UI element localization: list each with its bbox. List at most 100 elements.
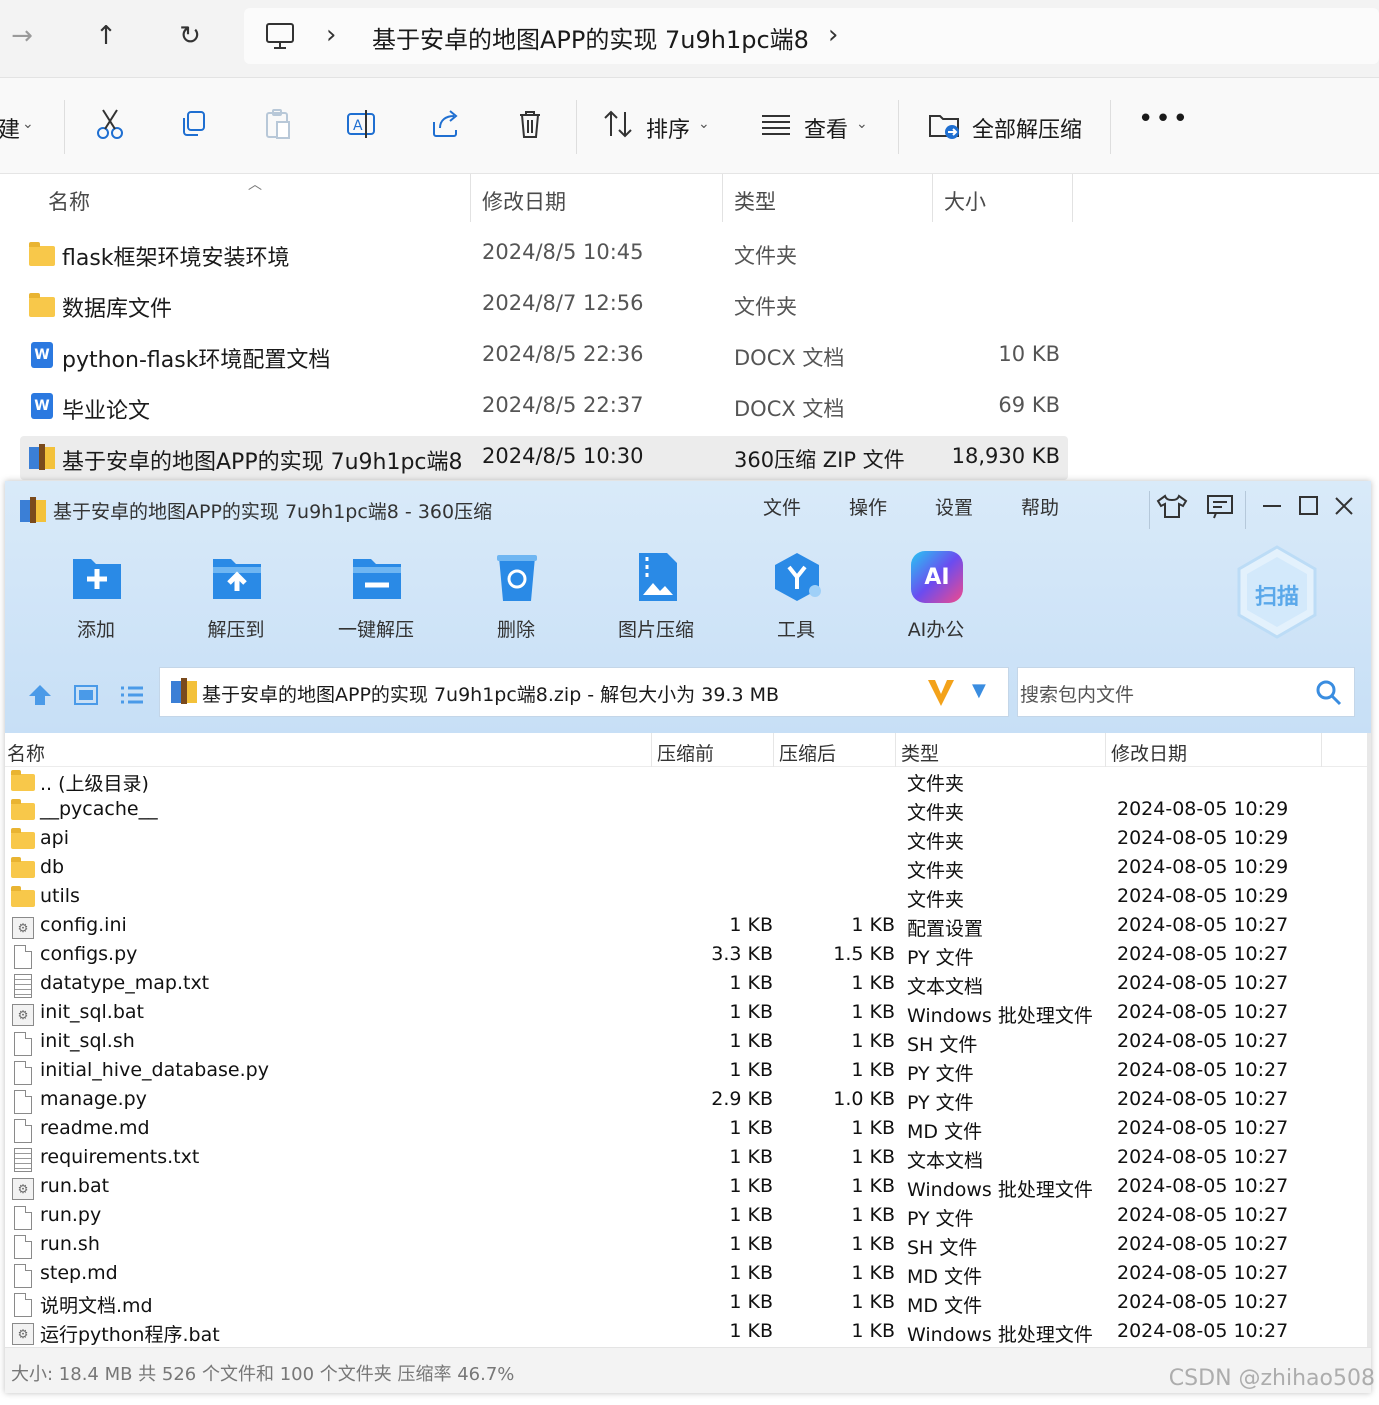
chevron-down-icon[interactable]: ⌄ <box>698 116 710 132</box>
archive-row[interactable]: datatype_map.txt 1 KB 1 KB 文本文档 2024-08-05 1… <box>5 970 1371 999</box>
minimize-icon[interactable] <box>1255 491 1289 521</box>
extract-all-button[interactable]: 全部解压缩 <box>972 112 1082 144</box>
up-level-icon[interactable] <box>25 681 55 709</box>
archive-row[interactable]: db 文件夹 2024-08-05 10:29 <box>5 854 1371 883</box>
column-divider[interactable] <box>722 174 723 222</box>
copy-icon[interactable] <box>176 106 212 142</box>
size-before: 1 KB <box>729 914 773 936</box>
tool-tools-button[interactable]: 工具 <box>741 551 851 651</box>
feedback-icon[interactable] <box>1203 491 1237 521</box>
column-divider[interactable] <box>895 733 896 767</box>
archive-row[interactable]: utils 文件夹 2024-08-05 10:29 <box>5 883 1371 912</box>
tool-add-button[interactable]: 添加 <box>41 551 151 651</box>
explorer-column-headers: ︿ 名称 修改日期 类型 大小 <box>0 174 1379 224</box>
breadcrumb-chevron-icon[interactable]: › <box>326 20 336 50</box>
archive-row[interactable]: readme.md 1 KB 1 KB MD 文件 2024-08-05 10:27 <box>5 1115 1371 1144</box>
menu-file[interactable]: 文件 <box>763 493 801 520</box>
forward-arrow-icon[interactable]: → <box>0 16 44 56</box>
archive-row[interactable]: step.md 1 KB 1 KB MD 文件 2024-08-05 10:27 <box>5 1260 1371 1289</box>
column-divider[interactable] <box>651 733 652 767</box>
column-divider[interactable] <box>1072 174 1073 222</box>
archive-row[interactable]: ⚙ 运行python程序.bat 1 KB 1 KB Windows 批处理文件 2024… <box>5 1318 1371 1347</box>
file-row[interactable]: W 毕业论文 2024/8/5 22:37 DOCX 文档 69 KB <box>20 385 1068 429</box>
up-arrow-icon[interactable]: ↑ <box>84 16 128 56</box>
skin-shirt-icon[interactable] <box>1155 491 1189 521</box>
tool-extract-to-button[interactable]: 解压到 <box>181 551 291 651</box>
entry-date: 2024-08-05 10:27 <box>1117 1059 1289 1081</box>
path-dropdown-icon[interactable]: ▼ <box>972 680 986 701</box>
folder-icon <box>11 828 35 851</box>
thumbnail-view-icon[interactable] <box>71 681 101 709</box>
chevron-down-icon[interactable]: ⌄ <box>22 116 34 132</box>
archive-row[interactable]: ⚙ init_sql.bat 1 KB 1 KB Windows 批处理文件 2024-0… <box>5 999 1371 1028</box>
menu-operation[interactable]: 操作 <box>849 493 887 520</box>
tool-one-click-extract-button[interactable]: 一键解压 <box>321 551 431 651</box>
file-row-selected[interactable]: 基于安卓的地图APP的实现 7u9h1pc端8 2024/8/5 10:30 3… <box>20 436 1068 480</box>
scrollbar[interactable] <box>1367 733 1371 1347</box>
column-divider[interactable] <box>1321 733 1322 767</box>
new-button-label[interactable]: 建 <box>0 112 20 144</box>
column-header-name[interactable]: 名称 <box>7 739 45 766</box>
archive-row[interactable]: configs.py 3.3 KB 1.5 KB PY 文件 2024-08-05 10… <box>5 941 1371 970</box>
cut-icon[interactable] <box>92 106 128 142</box>
column-header-name[interactable]: 名称 <box>48 186 90 216</box>
column-header-type[interactable]: 类型 <box>734 186 776 216</box>
scan-button[interactable]: 扫描 <box>1235 545 1319 641</box>
archive-row[interactable]: init_sql.sh 1 KB 1 KB SH 文件 2024-08-05 10:27 <box>5 1028 1371 1057</box>
vip-badge-icon[interactable] <box>926 676 956 708</box>
archive-entry-name: utils <box>40 885 80 907</box>
breadcrumb-current-folder[interactable]: 基于安卓的地图APP的实现 7u9h1pc端8 <box>372 20 809 55</box>
chevron-down-icon[interactable]: ⌄ <box>856 116 868 132</box>
column-header-date[interactable]: 修改日期 <box>1111 739 1187 766</box>
file-row[interactable]: 数据库文件 2024/8/7 12:56 文件夹 <box>20 283 1068 327</box>
file-row[interactable]: W python-flask环境配置文档 2024/8/5 22:36 DOCX… <box>20 334 1068 378</box>
archive-row[interactable]: manage.py 2.9 KB 1.0 KB PY 文件 2024-08-05 10:… <box>5 1086 1371 1115</box>
column-header-before[interactable]: 压缩前 <box>657 739 714 766</box>
list-view-icon[interactable] <box>117 681 147 709</box>
view-button[interactable]: 查看 <box>804 112 848 144</box>
tool-ai-office-button[interactable]: AI AI办公 <box>881 551 991 651</box>
file-row[interactable]: flask框架环境安装环境 2024/8/5 10:45 文件夹 <box>20 232 1068 276</box>
tool-image-compress-button[interactable]: 图片压缩 <box>601 551 711 651</box>
rename-icon[interactable]: A <box>344 106 380 142</box>
archive-row[interactable]: run.sh 1 KB 1 KB SH 文件 2024-08-05 10:27 <box>5 1231 1371 1260</box>
tools-icon <box>775 553 821 601</box>
breadcrumb-chevron-icon[interactable]: › <box>828 20 838 50</box>
column-header-after[interactable]: 压缩后 <box>779 739 836 766</box>
archive-row[interactable]: __pycache__ 文件夹 2024-08-05 10:29 <box>5 796 1371 825</box>
more-options-icon[interactable]: ••• <box>1138 104 1190 134</box>
column-divider[interactable] <box>932 174 933 222</box>
menu-help[interactable]: 帮助 <box>1021 493 1059 520</box>
sort-icon[interactable] <box>600 106 636 142</box>
column-header-type[interactable]: 类型 <box>901 739 939 766</box>
view-icon[interactable] <box>758 106 794 142</box>
column-divider[interactable] <box>470 174 471 222</box>
close-icon[interactable] <box>1327 491 1361 521</box>
extract-all-icon[interactable] <box>926 106 962 142</box>
column-divider[interactable] <box>773 733 774 767</box>
archive-row[interactable]: ⚙ run.bat 1 KB 1 KB Windows 批处理文件 2024-08-05 … <box>5 1173 1371 1202</box>
archive-path-box[interactable]: 基于安卓的地图APP的实现 7u9h1pc端8.zip - 解包大小为 39.3… <box>159 667 1009 717</box>
archive-row[interactable]: ⚙ config.ini 1 KB 1 KB 配置设置 2024-08-05 10:27 <box>5 912 1371 941</box>
archive-row[interactable]: 说明文档.md 1 KB 1 KB MD 文件 2024-08-05 10:27 <box>5 1289 1371 1318</box>
delete-icon[interactable] <box>512 106 548 142</box>
ai-badge-text: AI <box>924 564 950 590</box>
column-divider[interactable] <box>1105 733 1106 767</box>
paste-icon[interactable] <box>260 106 296 142</box>
column-header-date[interactable]: 修改日期 <box>482 186 566 216</box>
menu-settings[interactable]: 设置 <box>935 493 973 520</box>
archive-search-input[interactable]: 搜索包内文件 <box>1017 667 1355 717</box>
share-icon[interactable] <box>428 106 464 142</box>
archive-row[interactable]: api 文件夹 2024-08-05 10:29 <box>5 825 1371 854</box>
maximize-icon[interactable] <box>1291 491 1325 521</box>
tool-delete-button[interactable]: 删除 <box>461 551 571 651</box>
archive-row[interactable]: requirements.txt 1 KB 1 KB 文本文档 2024-08-05 1… <box>5 1144 1371 1173</box>
archive-row[interactable]: .. (上级目录) 文件夹 <box>5 767 1371 796</box>
entry-type: 文本文档 <box>907 976 984 998</box>
archive-row[interactable]: run.py 1 KB 1 KB PY 文件 2024-08-05 10:27 <box>5 1202 1371 1231</box>
sort-button[interactable]: 排序 <box>646 112 690 144</box>
refresh-icon[interactable]: ↻ <box>168 16 212 56</box>
column-header-size[interactable]: 大小 <box>944 186 986 216</box>
archive-row[interactable]: initial_hive_database.py 1 KB 1 KB PY 文件 202… <box>5 1057 1371 1086</box>
search-icon[interactable] <box>1314 678 1344 708</box>
